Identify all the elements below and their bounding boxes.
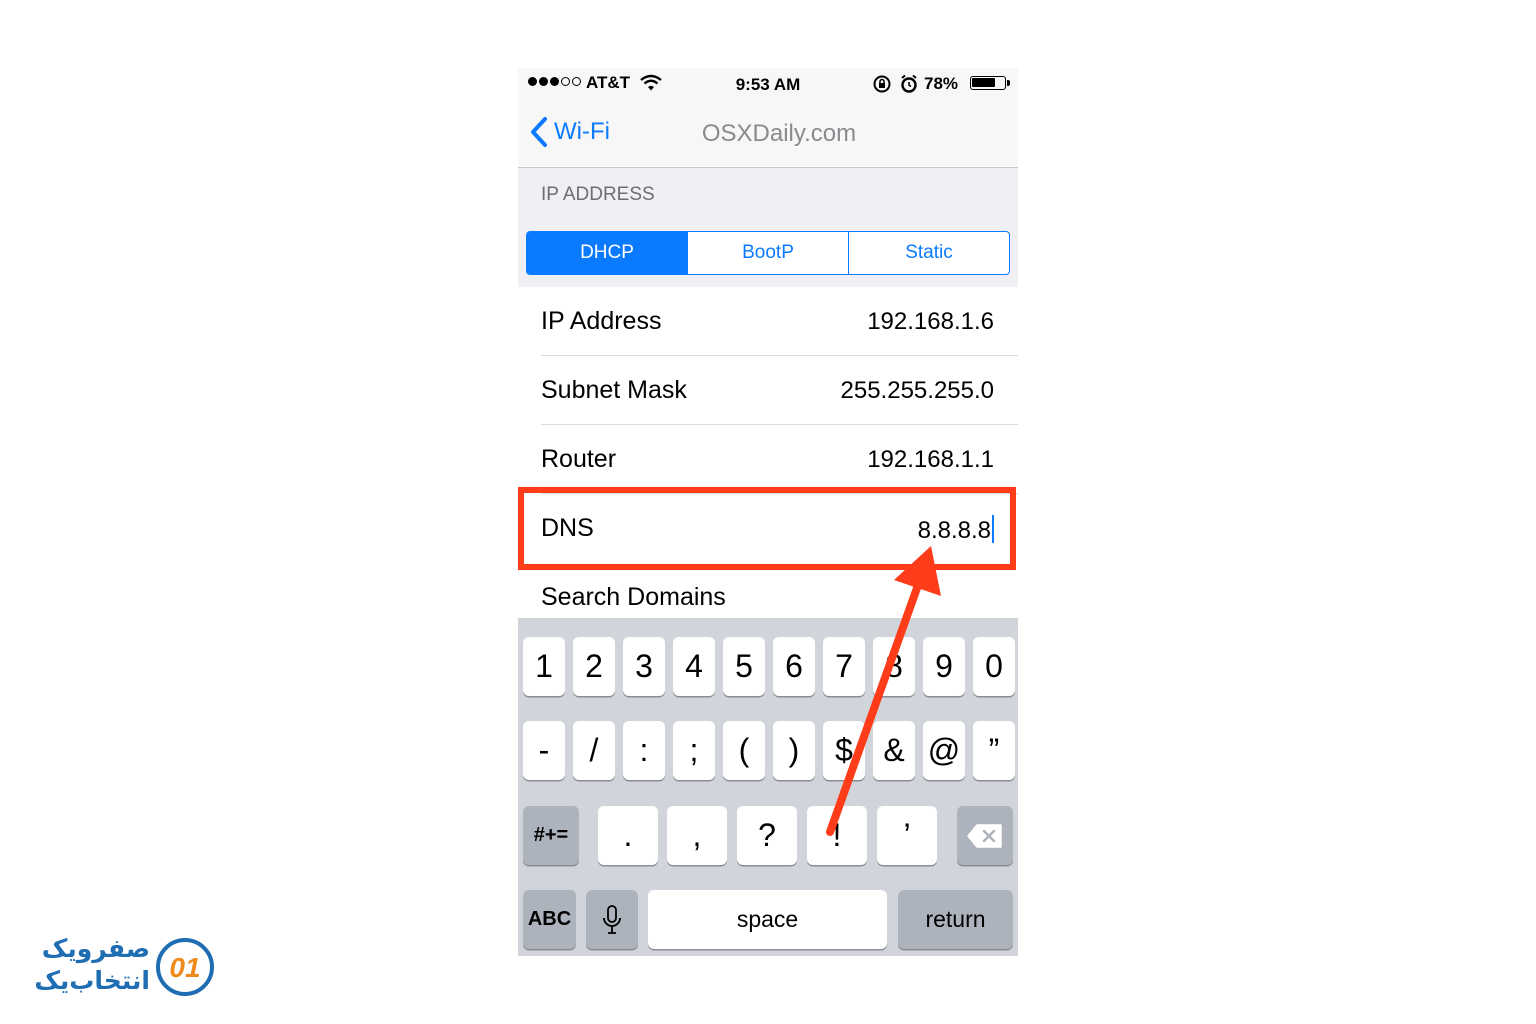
watermark-line2: انتخاب‌یک: [34, 967, 150, 995]
rotation-lock-icon: [873, 75, 891, 93]
key-close-paren[interactable]: ): [773, 721, 815, 780]
key-0[interactable]: 0: [973, 637, 1015, 696]
key-hyphen[interactable]: -: [523, 721, 565, 780]
key-quote[interactable]: ”: [973, 721, 1015, 780]
alarm-icon: [901, 74, 917, 93]
segment-dhcp[interactable]: DHCP: [527, 232, 687, 274]
key-1[interactable]: 1: [523, 637, 565, 696]
space-key[interactable]: space: [648, 890, 887, 949]
key-comma[interactable]: ,: [667, 806, 727, 865]
segment-static[interactable]: Static: [848, 232, 1009, 274]
key-3[interactable]: 3: [623, 637, 665, 696]
backspace-icon: [967, 823, 1002, 848]
router-value: 192.168.1.1: [867, 446, 994, 473]
key-dollar[interactable]: $: [823, 721, 865, 780]
table-row[interactable]: Subnet Mask 255.255.255.0: [518, 356, 1018, 425]
logo-mark-text: 01: [169, 952, 200, 983]
key-9[interactable]: 9: [923, 637, 965, 696]
delete-key[interactable]: [957, 806, 1013, 865]
key-2[interactable]: 2: [573, 637, 615, 696]
return-key[interactable]: return: [898, 890, 1013, 949]
row-label: Search Domains: [541, 583, 726, 611]
key-8[interactable]: 8: [873, 637, 915, 696]
key-5[interactable]: 5: [723, 637, 765, 696]
phone-screen: AT&T 9:53 AM 78% Wi-Fi OSXDaily.com IP A…: [518, 68, 1018, 956]
battery-percent: 78%: [924, 74, 959, 93]
key-semicolon[interactable]: ;: [673, 721, 715, 780]
key-4[interactable]: 4: [673, 637, 715, 696]
key-ampersand[interactable]: &: [873, 721, 915, 780]
status-bar: AT&T 9:53 AM 78%: [518, 68, 1018, 100]
key-7[interactable]: 7: [823, 637, 865, 696]
numeric-keyboard: 1 2 3 4 5 6 7 8 9 0 - / : ; ( ) $ & @ ” …: [518, 618, 1018, 956]
microphone-icon: [603, 904, 621, 934]
row-label: IP Address: [541, 307, 662, 335]
ip-mode-segmented-control: DHCP BootP Static: [526, 231, 1010, 275]
ip-address-value: 192.168.1.6: [867, 308, 994, 335]
key-slash[interactable]: /: [573, 721, 615, 780]
section-header: IP ADDRESS: [541, 184, 655, 205]
logo-mark-icon: 01: [156, 938, 214, 996]
dictation-key[interactable]: [586, 890, 638, 949]
key-6[interactable]: 6: [773, 637, 815, 696]
key-question[interactable]: ?: [737, 806, 797, 865]
key-at[interactable]: @: [923, 721, 965, 780]
key-exclamation[interactable]: !: [807, 806, 867, 865]
watermark-logo: صفرویک انتخاب‌یک 01: [30, 934, 220, 1004]
watermark-line1: صفرویک: [41, 935, 150, 963]
key-open-paren[interactable]: (: [723, 721, 765, 780]
battery-icon: [970, 76, 1010, 90]
row-label: Router: [541, 445, 617, 473]
row-label: Subnet Mask: [541, 376, 687, 404]
nav-title: OSXDaily.com: [701, 120, 857, 147]
ip-settings-table: IP Address 192.168.1.6 Subnet Mask 255.2…: [518, 287, 1018, 632]
dns-highlight-box: [518, 487, 1016, 570]
key-colon[interactable]: :: [623, 721, 665, 780]
segment-bootp[interactable]: BootP: [687, 232, 848, 274]
key-apostrophe[interactable]: ’: [877, 806, 937, 865]
key-more-symbols[interactable]: #+=: [523, 806, 579, 865]
subnet-mask-value: 255.255.255.0: [840, 377, 994, 404]
table-row[interactable]: IP Address 192.168.1.6: [518, 287, 1018, 356]
table-row[interactable]: Router 192.168.1.1: [518, 425, 1018, 494]
key-abc[interactable]: ABC: [523, 890, 576, 949]
navigation-bar: Wi-Fi OSXDaily.com: [518, 100, 1018, 168]
key-period[interactable]: .: [598, 806, 658, 865]
